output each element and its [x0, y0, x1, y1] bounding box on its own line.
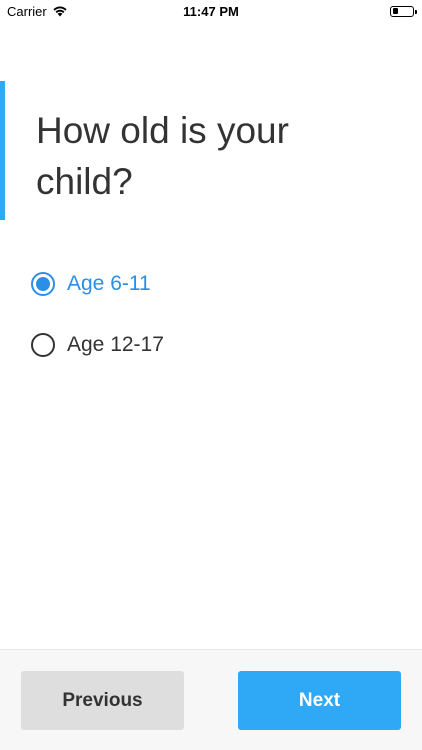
status-bar: Carrier 11:47 PM	[0, 0, 422, 22]
footer-nav: Previous Next	[0, 649, 422, 750]
radio-dot	[36, 277, 50, 291]
battery-icon	[390, 5, 417, 17]
answer-option-label: Age 6-11	[67, 272, 151, 295]
radio-unselected-icon[interactable]	[31, 333, 55, 357]
radio-selected-icon[interactable]	[31, 272, 55, 296]
previous-button[interactable]: Previous	[21, 671, 184, 730]
answer-option[interactable]: Age 6-11	[31, 266, 402, 302]
survey-screen: Carrier 11:47 PM How old is your child? …	[0, 0, 422, 750]
answer-options: Age 6-11 Age 12-17	[31, 266, 402, 388]
question-accent-bar	[0, 81, 5, 220]
question-title: How old is your child?	[36, 110, 289, 202]
battery-fill	[392, 8, 399, 14]
next-button[interactable]: Next	[238, 671, 401, 730]
answer-option[interactable]: Age 12-17	[31, 327, 402, 363]
answer-option-label: Age 12-17	[67, 333, 164, 356]
status-time: 11:47 PM	[183, 4, 239, 19]
